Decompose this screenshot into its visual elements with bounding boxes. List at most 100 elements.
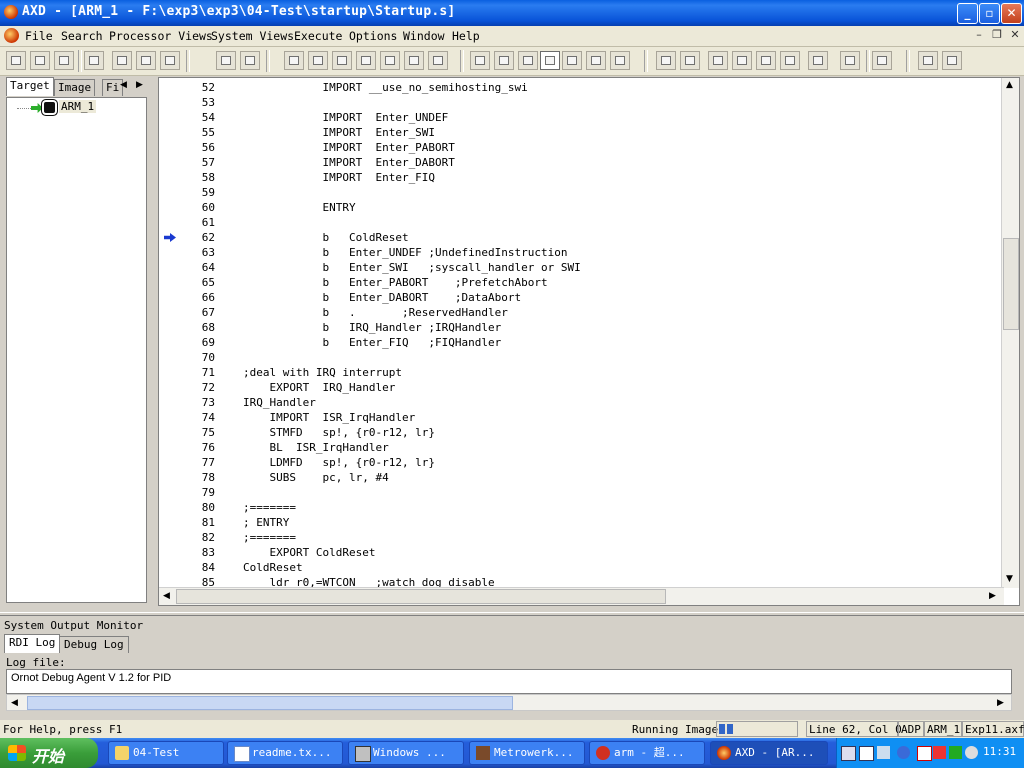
- task-axd[interactable]: AXD - [AR...: [710, 741, 828, 765]
- code-line[interactable]: b Enter_DABORT ;DataAbort: [243, 291, 521, 304]
- log-horizontal-scrollbar[interactable]: ◀ ▶: [6, 694, 1012, 711]
- code-line[interactable]: IMPORT ISR_IrqHandler: [243, 411, 415, 424]
- menu-execute[interactable]: Execute: [294, 29, 342, 43]
- task-windows[interactable]: Windows ...: [348, 741, 464, 765]
- minimize-button[interactable]: _: [957, 3, 978, 24]
- find-next-button[interactable]: [240, 51, 260, 70]
- cmdline-view-button[interactable]: [610, 51, 630, 70]
- watch-view-button[interactable]: [308, 51, 328, 70]
- close-button[interactable]: ✕: [1001, 3, 1022, 24]
- toggle-breakpoint-button[interactable]: [808, 51, 828, 70]
- horizontal-scroll-thumb[interactable]: [176, 589, 666, 604]
- log-scroll-thumb[interactable]: [27, 696, 513, 710]
- start-button[interactable]: 开始: [0, 738, 98, 768]
- run-to-cursor-button[interactable]: [780, 51, 800, 70]
- memory-view-button[interactable]: [380, 51, 400, 70]
- network-icon[interactable]: [877, 746, 890, 759]
- scroll-up-icon[interactable]: ▲: [1006, 80, 1013, 90]
- face-tray-icon[interactable]: [965, 746, 978, 759]
- code-line[interactable]: b Enter_FIQ ;FIQHandler: [243, 336, 501, 349]
- scroll-right-icon[interactable]: ▶: [989, 591, 996, 601]
- tab-target[interactable]: Target: [6, 77, 54, 96]
- mdi-restore-icon[interactable]: ❐: [990, 28, 1004, 42]
- code-line[interactable]: ENTRY: [243, 201, 355, 214]
- code-line[interactable]: EXPORT ColdReset: [243, 546, 375, 559]
- tab-scroll-left-icon[interactable]: ◀: [120, 80, 127, 90]
- code-line[interactable]: IMPORT Enter_PABORT: [243, 141, 454, 154]
- tab-image[interactable]: Image: [54, 79, 96, 96]
- mdi-minimize-icon[interactable]: –: [972, 28, 986, 42]
- vertical-scrollbar[interactable]: ▲ ▼: [1001, 78, 1019, 588]
- code-line[interactable]: IMPORT Enter_DABORT: [243, 156, 454, 169]
- save-memory-button[interactable]: [136, 51, 156, 70]
- tab-scroll-right-icon[interactable]: ▶: [136, 80, 143, 90]
- load-memory-button[interactable]: [112, 51, 132, 70]
- maximize-button[interactable]: ▫: [979, 3, 1000, 24]
- backtrace-view-button[interactable]: [356, 51, 376, 70]
- code-line[interactable]: b Enter_SWI ;syscall_handler or SWI: [243, 261, 580, 274]
- code-line[interactable]: b ColdReset: [243, 231, 408, 244]
- menu-window[interactable]: Window: [403, 29, 445, 43]
- context-help-icon[interactable]: [942, 51, 962, 70]
- help-icon[interactable]: [918, 51, 938, 70]
- code-line[interactable]: b . ;ReservedHandler: [243, 306, 507, 319]
- app-tray-icon[interactable]: [933, 746, 946, 759]
- antivirus-icon[interactable]: [917, 746, 932, 761]
- tab-rdi-log[interactable]: RDI Log: [4, 634, 61, 653]
- code-line[interactable]: b Enter_PABORT ;PrefetchAbort: [243, 276, 547, 289]
- registers-view-button[interactable]: [284, 51, 304, 70]
- code-line[interactable]: EXPORT IRQ_Handler: [243, 381, 395, 394]
- tree-item-arm1[interactable]: ARM_1: [59, 100, 97, 113]
- step-out-button[interactable]: [756, 51, 776, 70]
- menu-search[interactable]: Search: [61, 29, 103, 43]
- code-line[interactable]: SUBS pc, lr, #4: [243, 471, 388, 484]
- task-arm-browser[interactable]: arm - 超...: [589, 741, 705, 765]
- scroll-left-icon[interactable]: ◀: [163, 591, 170, 601]
- task-04-test[interactable]: 04-Test: [108, 741, 224, 765]
- code-line[interactable]: ;=======: [243, 531, 296, 544]
- code-line[interactable]: IMPORT __use_no_semihosting_swi: [243, 81, 527, 94]
- keyboard-icon[interactable]: [841, 746, 856, 761]
- stop-button[interactable]: [680, 51, 700, 70]
- watchpoint-button[interactable]: [840, 51, 860, 70]
- code-line[interactable]: IMPORT Enter_UNDEF: [243, 111, 448, 124]
- code-line[interactable]: b Enter_UNDEF ;UndefinedInstruction: [243, 246, 567, 259]
- tab-debug-log[interactable]: Debug Log: [59, 636, 129, 653]
- console-view-button[interactable]: [586, 51, 606, 70]
- output-view-button[interactable]: [562, 51, 582, 70]
- code-line[interactable]: ColdReset: [243, 561, 303, 574]
- scroll-down-icon[interactable]: ▼: [1006, 574, 1013, 584]
- find-button[interactable]: [216, 51, 236, 70]
- step-in-button[interactable]: [708, 51, 728, 70]
- code-line[interactable]: IRQ_Handler: [243, 396, 316, 409]
- go-button[interactable]: [656, 51, 676, 70]
- breakpoint-gutter[interactable]: [159, 78, 179, 588]
- paste-button[interactable]: [160, 51, 180, 70]
- code-line[interactable]: LDMFD sp!, {r0-r12, lr}: [243, 456, 435, 469]
- code-line[interactable]: ;=======: [243, 501, 296, 514]
- help-tray-icon[interactable]: [859, 746, 874, 761]
- code-line[interactable]: BL ISR_IrqHandler: [243, 441, 388, 454]
- open-file-button[interactable]: [84, 51, 104, 70]
- load-image-button[interactable]: [6, 51, 26, 70]
- variables-view-button[interactable]: [332, 51, 352, 70]
- vertical-scroll-thumb[interactable]: [1003, 238, 1019, 330]
- tray-collapse-icon[interactable]: [897, 746, 910, 759]
- green-tray-icon[interactable]: [949, 746, 962, 759]
- menu-system-views[interactable]: System Views: [211, 29, 294, 43]
- hourglass-icon[interactable]: [872, 51, 892, 70]
- horizontal-scrollbar[interactable]: ◀ ▶: [159, 587, 1004, 605]
- reload-image-button[interactable]: [30, 51, 50, 70]
- source-view-button[interactable]: [540, 51, 560, 70]
- mdi-close-icon[interactable]: ✕: [1008, 28, 1022, 42]
- menu-processor-views[interactable]: Processor Views: [109, 29, 213, 43]
- task-metrowerks[interactable]: Metrowerk...: [469, 741, 585, 765]
- code-line[interactable]: IMPORT Enter_FIQ: [243, 171, 435, 184]
- files-view-button[interactable]: [518, 51, 538, 70]
- code-line[interactable]: IMPORT Enter_SWI: [243, 126, 435, 139]
- menu-options[interactable]: Options: [349, 29, 397, 43]
- code-line[interactable]: STMFD sp!, {r0-r12, lr}: [243, 426, 435, 439]
- disassembly-view-button[interactable]: [404, 51, 424, 70]
- code-line[interactable]: ; ENTRY: [243, 516, 289, 529]
- code-line[interactable]: ;deal with IRQ interrupt: [243, 366, 402, 379]
